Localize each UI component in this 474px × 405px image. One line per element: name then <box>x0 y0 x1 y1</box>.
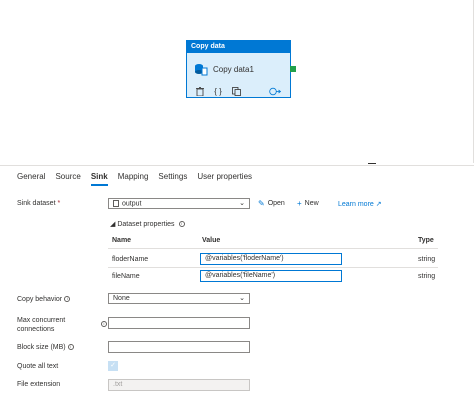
chevron-down-icon: ⌄ <box>239 295 245 302</box>
arrow-right-circle-icon[interactable] <box>269 86 281 96</box>
open-label: Open <box>267 200 285 207</box>
file-extension-label: File extension <box>17 381 61 388</box>
new-label: New <box>304 200 319 207</box>
copy-behavior-label-text: Copy behavior <box>17 296 63 303</box>
column-header-value: Value <box>202 237 221 244</box>
property-type: string <box>418 256 436 263</box>
copy-behavior-label: Copy behavior i <box>17 296 71 303</box>
property-value-input[interactable]: @variables('floderName') <box>200 253 342 265</box>
table-header-divider <box>108 248 438 249</box>
required-marker: * <box>57 200 61 207</box>
block-size-input[interactable] <box>108 341 250 353</box>
pipeline-canvas[interactable]: Copy data Copy data1 { } <box>0 0 474 163</box>
info-icon: i <box>64 296 71 303</box>
max-concurrent-label-line2: connections <box>17 326 55 333</box>
quote-all-text-checkbox[interactable]: ✓ <box>108 361 118 371</box>
properties-tabs: General Source Sink Mapping Settings Use… <box>17 172 262 186</box>
info-icon: i <box>178 221 185 228</box>
property-name: floderName <box>112 256 149 263</box>
copy-behavior-value: None <box>113 295 130 302</box>
trash-icon[interactable] <box>195 86 205 96</box>
copy-icon[interactable] <box>231 86 241 96</box>
panel-divider <box>0 165 474 166</box>
property-value-input[interactable]: @variables('fileName') <box>200 270 342 282</box>
max-concurrent-label: Max concurrent connections <box>17 316 65 334</box>
code-braces-icon[interactable]: { } <box>213 86 223 96</box>
open-button[interactable]: ✎ Open <box>258 199 285 208</box>
activity-toolbar: { } <box>195 86 241 96</box>
info-icon: i <box>101 321 107 327</box>
table-row-divider <box>108 267 438 268</box>
external-link-icon: ↗ <box>375 201 382 208</box>
plus-icon: + <box>297 199 302 208</box>
tab-general[interactable]: General <box>17 172 45 186</box>
tab-mapping[interactable]: Mapping <box>118 172 149 186</box>
tab-user-properties[interactable]: User properties <box>197 172 252 186</box>
copy-data-activity[interactable]: Copy data Copy data1 { } <box>186 40 291 98</box>
quote-all-text-label: Quote all text <box>17 363 59 370</box>
pencil-icon: ✎ <box>258 199 265 208</box>
property-type: string <box>418 273 436 280</box>
activity-body: Copy data1 { } <box>187 53 290 98</box>
sink-dataset-label-text: Sink dataset <box>17 200 56 207</box>
sink-dataset-label: Sink dataset * <box>17 200 60 207</box>
sink-dataset-value: output <box>122 200 142 208</box>
copy-behavior-select[interactable]: None ⌄ <box>108 293 250 304</box>
new-button[interactable]: + New <box>297 199 319 208</box>
learn-more-label: Learn more <box>338 201 374 208</box>
info-icon: i <box>67 344 74 351</box>
tab-sink[interactable]: Sink <box>90 172 108 186</box>
sink-dataset-select[interactable]: output ⌄ <box>108 198 250 209</box>
chevron-down-icon: ⌄ <box>239 200 245 207</box>
max-concurrent-connections-input[interactable] <box>108 317 250 329</box>
activity-header: Copy data <box>187 41 290 53</box>
copy-data-icon <box>194 62 208 76</box>
dataset-icon <box>113 200 119 207</box>
collapse-triangle-icon: ◢ <box>110 221 116 228</box>
property-name: fileName <box>112 273 140 280</box>
dataset-properties-toggle[interactable]: ◢ Dataset properties i <box>110 220 185 228</box>
panel-resize-handle[interactable] <box>368 163 376 164</box>
learn-more-link[interactable]: Learn more ↗ <box>338 200 382 208</box>
tab-source[interactable]: Source <box>55 172 80 186</box>
tab-settings[interactable]: Settings <box>158 172 187 186</box>
block-size-label: Block size (MB) i <box>17 344 74 351</box>
column-header-type: Type <box>418 237 434 244</box>
file-extension-input[interactable]: .txt <box>108 379 250 391</box>
success-connector-handle[interactable] <box>290 66 296 72</box>
dataset-properties-label: Dataset properties <box>117 221 175 228</box>
activity-name: Copy data1 <box>213 65 254 74</box>
block-size-label-text: Block size (MB) <box>17 344 66 351</box>
max-concurrent-label-line1: Max concurrent <box>17 317 66 324</box>
column-header-name: Name <box>112 237 132 244</box>
